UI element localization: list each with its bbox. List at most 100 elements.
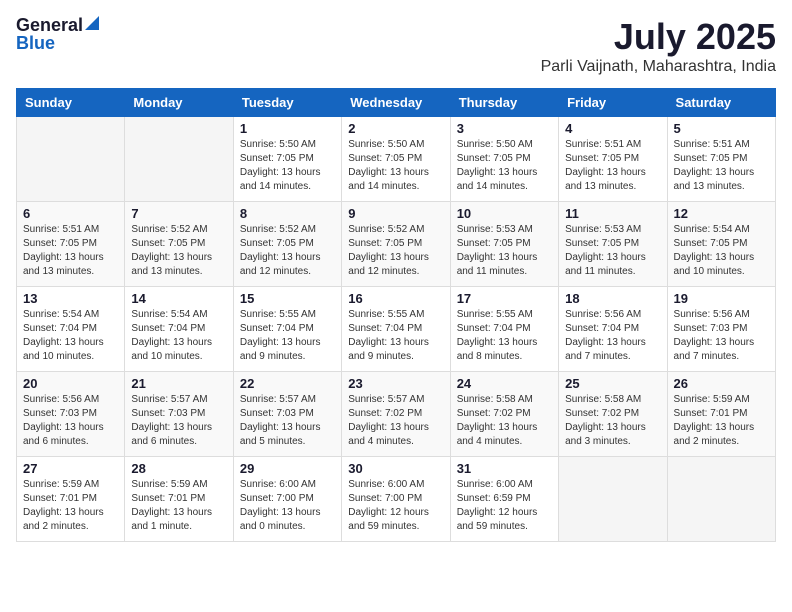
logo-blue-text: Blue [16,34,99,52]
cell-content: Sunrise: 5:57 AM Sunset: 7:03 PM Dayligh… [240,393,335,449]
calendar-cell: 2Sunrise: 5:50 AM Sunset: 7:05 PM Daylig… [342,117,450,202]
calendar-cell [125,117,233,202]
calendar-cell: 7Sunrise: 5:52 AM Sunset: 7:05 PM Daylig… [125,202,233,287]
calendar-cell: 10Sunrise: 5:53 AM Sunset: 7:05 PM Dayli… [450,202,558,287]
day-number: 25 [565,376,660,391]
calendar-cell: 17 Sunrise: 5:55 AM Sunset: 7:04 PM Dayli… [450,287,558,372]
calendar-cell: 23 Sunrise: 5:57 AM Sunset: 7:02 PM Dayli… [342,372,450,457]
calendar-cell: 12 Sunrise: 5:54 AM Sunset: 7:05 PM Dayli… [667,202,775,287]
cell-content: Sunrise: 5:59 AM Sunset: 7:01 PM Dayligh… [674,393,769,449]
day-number: 28 [131,461,226,476]
calendar-cell: 8 Sunrise: 5:52 AM Sunset: 7:05 PM Daylig… [233,202,341,287]
day-header-monday: Monday [125,89,233,117]
calendar-week-row: 27Sunrise: 5:59 AM Sunset: 7:01 PM Dayli… [17,457,776,542]
page-header: General Blue July 2025 Parli Vaijnath, M… [16,16,776,76]
calendar-cell [17,117,125,202]
cell-content: Sunrise: 6:00 AM Sunset: 7:00 PM Dayligh… [240,478,335,534]
cell-content: Sunrise: 5:52 AM Sunset: 7:05 PM Dayligh… [131,223,226,279]
calendar-cell: 3 Sunrise: 5:50 AM Sunset: 7:05 PM Daylig… [450,117,558,202]
location-title: Parli Vaijnath, Maharashtra, India [541,58,776,76]
day-header-friday: Friday [559,89,667,117]
calendar-cell: 30Sunrise: 6:00 AM Sunset: 7:00 PM Dayli… [342,457,450,542]
cell-content: Sunrise: 5:58 AM Sunset: 7:02 PM Dayligh… [565,393,660,449]
day-number: 12 [674,206,769,221]
day-number: 3 [457,121,552,136]
calendar-cell: 19Sunrise: 5:56 AM Sunset: 7:03 PM Dayli… [667,287,775,372]
calendar-cell: 13 Sunrise: 5:54 AM Sunset: 7:04 PM Dayli… [17,287,125,372]
day-header-sunday: Sunday [17,89,125,117]
calendar-cell: 6 Sunrise: 5:51 AM Sunset: 7:05 PM Daylig… [17,202,125,287]
calendar-cell [667,457,775,542]
day-number: 29 [240,461,335,476]
cell-content: Sunrise: 5:54 AM Sunset: 7:04 PM Dayligh… [23,308,118,364]
cell-content: Sunrise: 5:54 AM Sunset: 7:05 PM Dayligh… [674,223,769,279]
calendar-cell: 9 Sunrise: 5:52 AM Sunset: 7:05 PM Daylig… [342,202,450,287]
day-number: 31 [457,461,552,476]
cell-content: Sunrise: 6:00 AM Sunset: 7:00 PM Dayligh… [348,478,443,534]
day-number: 8 [240,206,335,221]
cell-content: Sunrise: 5:55 AM Sunset: 7:04 PM Dayligh… [240,308,335,364]
cell-content: Sunrise: 5:53 AM Sunset: 7:05 PM Dayligh… [565,223,660,279]
calendar-week-row: 6 Sunrise: 5:51 AM Sunset: 7:05 PM Daylig… [17,202,776,287]
calendar-cell: 15 Sunrise: 5:55 AM Sunset: 7:04 PM Dayli… [233,287,341,372]
cell-content: Sunrise: 5:57 AM Sunset: 7:02 PM Dayligh… [348,393,443,449]
calendar-cell: 20 Sunrise: 5:56 AM Sunset: 7:03 PM Dayli… [17,372,125,457]
day-header-wednesday: Wednesday [342,89,450,117]
day-number: 6 [23,206,118,221]
cell-content: Sunrise: 5:59 AM Sunset: 7:01 PM Dayligh… [23,478,118,534]
day-number: 13 [23,291,118,306]
cell-content: Sunrise: 5:55 AM Sunset: 7:04 PM Dayligh… [348,308,443,364]
day-number: 21 [131,376,226,391]
calendar-cell: 22Sunrise: 5:57 AM Sunset: 7:03 PM Dayli… [233,372,341,457]
cell-content: Sunrise: 5:50 AM Sunset: 7:05 PM Dayligh… [240,138,335,194]
cell-content: Sunrise: 6:00 AM Sunset: 6:59 PM Dayligh… [457,478,552,534]
cell-content: Sunrise: 5:58 AM Sunset: 7:02 PM Dayligh… [457,393,552,449]
day-number: 4 [565,121,660,136]
cell-content: Sunrise: 5:56 AM Sunset: 7:04 PM Dayligh… [565,308,660,364]
calendar-cell [559,457,667,542]
day-number: 15 [240,291,335,306]
calendar-cell: 26 Sunrise: 5:59 AM Sunset: 7:01 PM Dayli… [667,372,775,457]
title-section: July 2025 Parli Vaijnath, Maharashtra, I… [541,16,776,76]
cell-content: Sunrise: 5:52 AM Sunset: 7:05 PM Dayligh… [240,223,335,279]
cell-content: Sunrise: 5:50 AM Sunset: 7:05 PM Dayligh… [348,138,443,194]
cell-content: Sunrise: 5:53 AM Sunset: 7:05 PM Dayligh… [457,223,552,279]
day-number: 20 [23,376,118,391]
day-number: 26 [674,376,769,391]
day-number: 1 [240,121,335,136]
cell-content: Sunrise: 5:55 AM Sunset: 7:04 PM Dayligh… [457,308,552,364]
day-number: 23 [348,376,443,391]
cell-content: Sunrise: 5:51 AM Sunset: 7:05 PM Dayligh… [674,138,769,194]
cell-content: Sunrise: 5:59 AM Sunset: 7:01 PM Dayligh… [131,478,226,534]
cell-content: Sunrise: 5:50 AM Sunset: 7:05 PM Dayligh… [457,138,552,194]
cell-content: Sunrise: 5:52 AM Sunset: 7:05 PM Dayligh… [348,223,443,279]
logo-general-text: General [16,16,83,34]
day-number: 19 [674,291,769,306]
cell-content: Sunrise: 5:51 AM Sunset: 7:05 PM Dayligh… [565,138,660,194]
calendar-table: SundayMondayTuesdayWednesdayThursdayFrid… [16,88,776,542]
calendar-header-row: SundayMondayTuesdayWednesdayThursdayFrid… [17,89,776,117]
day-header-tuesday: Tuesday [233,89,341,117]
calendar-cell: 29 Sunrise: 6:00 AM Sunset: 7:00 PM Dayli… [233,457,341,542]
calendar-cell: 21 Sunrise: 5:57 AM Sunset: 7:03 PM Dayli… [125,372,233,457]
cell-content: Sunrise: 5:56 AM Sunset: 7:03 PM Dayligh… [23,393,118,449]
cell-content: Sunrise: 5:54 AM Sunset: 7:04 PM Dayligh… [131,308,226,364]
cell-content: Sunrise: 5:51 AM Sunset: 7:05 PM Dayligh… [23,223,118,279]
calendar-cell: 14 Sunrise: 5:54 AM Sunset: 7:04 PM Dayli… [125,287,233,372]
day-number: 24 [457,376,552,391]
day-number: 17 [457,291,552,306]
month-title: July 2025 [541,16,776,58]
day-header-saturday: Saturday [667,89,775,117]
calendar-cell: 11 Sunrise: 5:53 AM Sunset: 7:05 PM Dayli… [559,202,667,287]
calendar-cell: 5 Sunrise: 5:51 AM Sunset: 7:05 PM Daylig… [667,117,775,202]
calendar-cell: 1 Sunrise: 5:50 AM Sunset: 7:05 PM Daylig… [233,117,341,202]
day-number: 9 [348,206,443,221]
day-header-thursday: Thursday [450,89,558,117]
day-number: 5 [674,121,769,136]
day-number: 11 [565,206,660,221]
day-number: 18 [565,291,660,306]
day-number: 14 [131,291,226,306]
cell-content: Sunrise: 5:57 AM Sunset: 7:03 PM Dayligh… [131,393,226,449]
calendar-cell: 27Sunrise: 5:59 AM Sunset: 7:01 PM Dayli… [17,457,125,542]
calendar-cell: 28 Sunrise: 5:59 AM Sunset: 7:01 PM Dayli… [125,457,233,542]
